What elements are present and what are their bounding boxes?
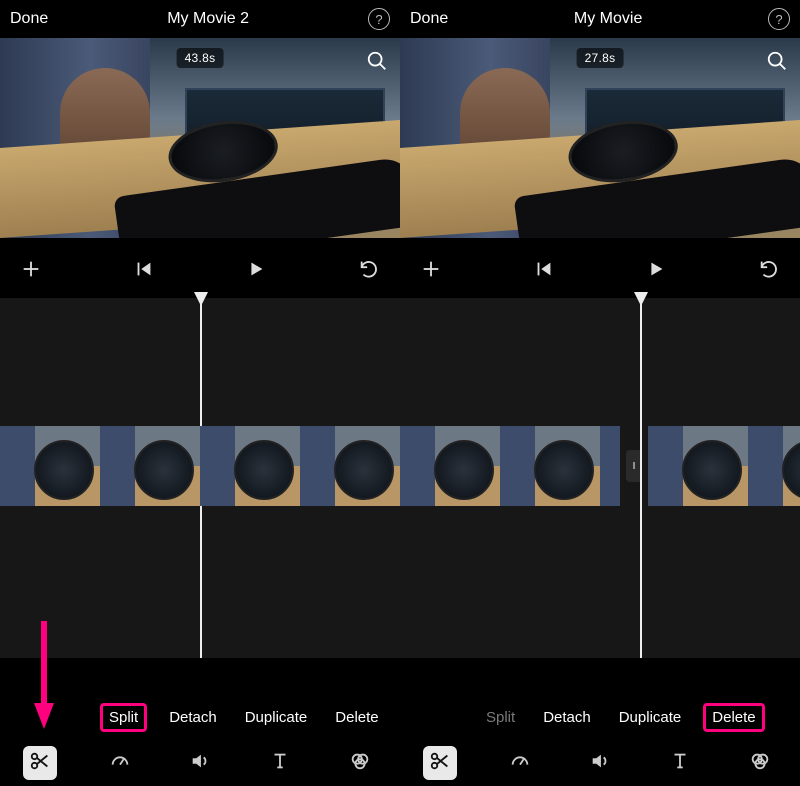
- top-bar: Done My Movie ?: [400, 0, 800, 38]
- undo-button[interactable]: [758, 258, 780, 285]
- playhead[interactable]: [640, 298, 642, 658]
- timeline[interactable]: I: [400, 298, 800, 658]
- text-icon: [669, 750, 691, 777]
- zoom-button[interactable]: [766, 50, 788, 77]
- split-button[interactable]: Split: [480, 705, 521, 730]
- text-icon: [269, 750, 291, 777]
- help-button[interactable]: ?: [768, 8, 790, 30]
- speedometer-icon: [109, 750, 131, 777]
- timestamp-badge: 43.8s: [177, 48, 224, 68]
- filters-icon: [749, 750, 771, 777]
- app-root: Done My Movie 2 ? 43.8s: [0, 0, 800, 786]
- undo-icon: [358, 258, 380, 285]
- undo-icon: [758, 258, 780, 285]
- timestamp-badge: 27.8s: [577, 48, 624, 68]
- clip-selected-left[interactable]: [0, 426, 620, 506]
- editor-pane-right: Done My Movie ? 27.8s: [400, 0, 800, 786]
- speaker-icon: [589, 750, 611, 777]
- scissors-icon: [429, 750, 451, 777]
- speedometer-icon: [509, 750, 531, 777]
- transport-bar: [400, 238, 800, 298]
- speed-tool[interactable]: [103, 746, 137, 780]
- filters-tool[interactable]: [743, 746, 777, 780]
- add-media-button[interactable]: [20, 258, 42, 285]
- add-media-button[interactable]: [420, 258, 442, 285]
- preview-frame: [0, 38, 400, 238]
- detach-button[interactable]: Detach: [537, 705, 597, 730]
- project-title: My Movie: [448, 10, 768, 28]
- play-icon: [645, 258, 667, 285]
- play-button[interactable]: [245, 258, 267, 285]
- scissors-tool[interactable]: [423, 746, 457, 780]
- clip-action-bar: Split Detach Duplicate Delete: [0, 695, 400, 740]
- magnifier-icon: [366, 59, 388, 76]
- speaker-icon: [189, 750, 211, 777]
- scissors-tool[interactable]: [23, 746, 57, 780]
- split-button[interactable]: Split: [100, 703, 147, 732]
- video-preview[interactable]: 43.8s: [0, 38, 400, 238]
- titles-tool[interactable]: [663, 746, 697, 780]
- done-button[interactable]: Done: [410, 10, 448, 28]
- detach-button[interactable]: Detach: [163, 705, 223, 730]
- skip-start-button[interactable]: [133, 258, 155, 285]
- zoom-button[interactable]: [366, 50, 388, 77]
- skip-back-icon: [133, 258, 155, 285]
- delete-button[interactable]: Delete: [703, 703, 764, 732]
- clip-action-bar: Split Detach Duplicate Delete: [400, 695, 800, 740]
- skip-back-icon: [533, 258, 555, 285]
- project-title: My Movie 2: [48, 10, 368, 28]
- preview-frame: [400, 38, 800, 238]
- bottom-toolbar: [400, 740, 800, 786]
- duplicate-button[interactable]: Duplicate: [613, 705, 688, 730]
- clip-right[interactable]: [648, 426, 800, 506]
- magnifier-icon: [766, 59, 788, 76]
- skip-start-button[interactable]: [533, 258, 555, 285]
- titles-tool[interactable]: [263, 746, 297, 780]
- scissors-icon: [29, 750, 51, 777]
- duplicate-button[interactable]: Duplicate: [239, 705, 314, 730]
- speed-tool[interactable]: [503, 746, 537, 780]
- help-button[interactable]: ?: [368, 8, 390, 30]
- bottom-toolbar: [0, 740, 400, 786]
- delete-button[interactable]: Delete: [329, 705, 384, 730]
- plus-icon: [20, 258, 42, 285]
- play-icon: [245, 258, 267, 285]
- volume-tool[interactable]: [183, 746, 217, 780]
- undo-button[interactable]: [358, 258, 380, 285]
- transport-bar: [0, 238, 400, 298]
- done-button[interactable]: Done: [10, 10, 48, 28]
- plus-icon: [420, 258, 442, 285]
- volume-tool[interactable]: [583, 746, 617, 780]
- play-button[interactable]: [645, 258, 667, 285]
- filters-icon: [349, 750, 371, 777]
- video-preview[interactable]: 27.8s: [400, 38, 800, 238]
- filters-tool[interactable]: [343, 746, 377, 780]
- editor-pane-left: Done My Movie 2 ? 43.8s: [0, 0, 400, 786]
- top-bar: Done My Movie 2 ?: [0, 0, 400, 38]
